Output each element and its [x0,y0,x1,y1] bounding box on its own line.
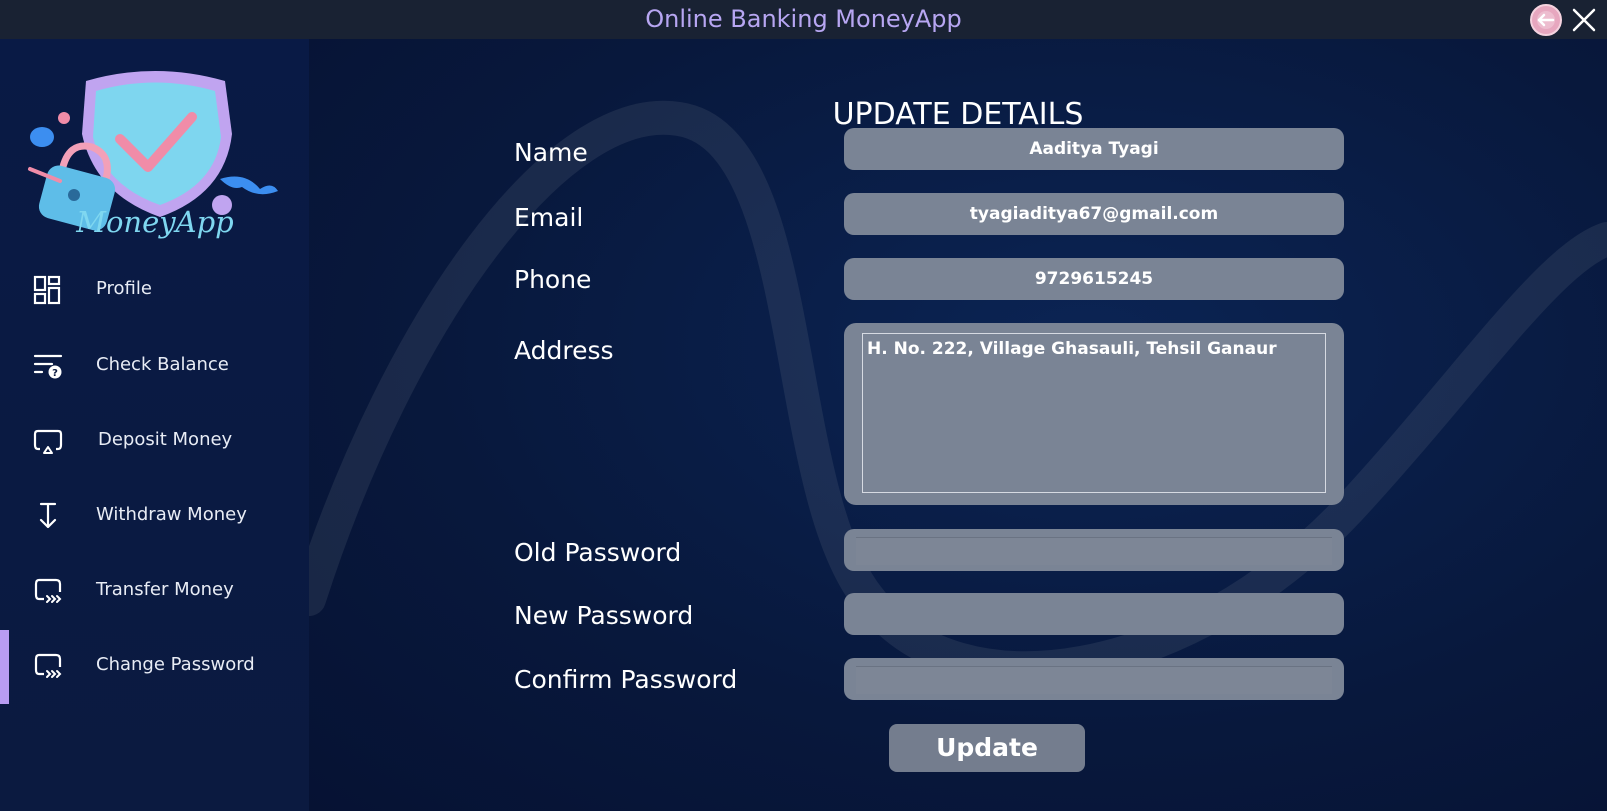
old-password-field[interactable] [844,529,1344,571]
phone-label: Phone [514,265,592,294]
transfer-icon [34,653,62,678]
withdraw-arrow-icon [39,502,57,529]
main-panel: UPDATE DETAILS Name Aaditya Tyagi Email … [309,39,1607,811]
new-password-label: New Password [514,601,694,630]
new-password-field[interactable] [844,593,1344,635]
sidebar-item-transfer-money[interactable]: Transfer Money [0,561,309,621]
sidebar-item-label: Profile [96,278,152,299]
sidebar-item-withdraw-money[interactable]: Withdraw Money [0,486,309,546]
close-button[interactable] [1570,6,1598,34]
name-field[interactable]: Aaditya Tyagi [844,128,1344,170]
sidebar-item-check-balance[interactable]: ? Check Balance [0,336,309,396]
sidebar-item-deposit-money[interactable]: Deposit Money [0,411,309,471]
old-password-input[interactable] [856,537,1332,565]
deposit-icon [33,429,63,454]
email-label: Email [514,203,584,232]
page-title: UPDATE DETAILS [832,97,1084,132]
sidebar-item-profile[interactable]: Profile [0,260,309,320]
sidebar-item-label: Deposit Money [98,429,233,450]
window-title: Online Banking MoneyApp [645,5,962,33]
balance-list-icon: ? [33,354,63,379]
logout-arrow-icon [1537,11,1555,29]
logo-text: MoneyApp [76,205,234,239]
svg-text:?: ? [52,368,58,379]
sidebar-item-label: Change Password [96,654,255,675]
dashboard-icon [33,275,61,305]
close-icon [1572,8,1596,32]
confirm-password-field[interactable] [844,658,1344,700]
sidebar-item-label: Check Balance [96,354,229,375]
sidebar-item-change-password[interactable]: Change Password [0,630,309,704]
email-field[interactable]: tyagiaditya67@gmail.com [844,193,1344,235]
address-field-container: H. No. 222, Village Ghasauli, Tehsil Gan… [844,323,1344,505]
logout-button[interactable] [1530,4,1562,36]
confirm-password-label: Confirm Password [514,665,738,694]
phone-field[interactable]: 9729615245 [844,258,1344,300]
address-field[interactable]: H. No. 222, Village Ghasauli, Tehsil Gan… [862,333,1326,493]
confirm-password-input[interactable] [856,666,1332,694]
transfer-icon [34,578,62,603]
active-indicator [0,630,9,704]
sidebar: MoneyApp Profile ? Check Balance Deposit… [0,39,309,811]
update-button[interactable]: Update [889,724,1085,772]
moneyapp-logo [28,71,278,231]
old-password-label: Old Password [514,538,682,567]
address-label: Address [514,336,614,365]
title-bar: Online Banking MoneyApp [0,0,1607,39]
sidebar-item-label: Withdraw Money [96,504,247,525]
sidebar-item-label: Transfer Money [96,579,234,600]
name-label: Name [514,138,588,167]
